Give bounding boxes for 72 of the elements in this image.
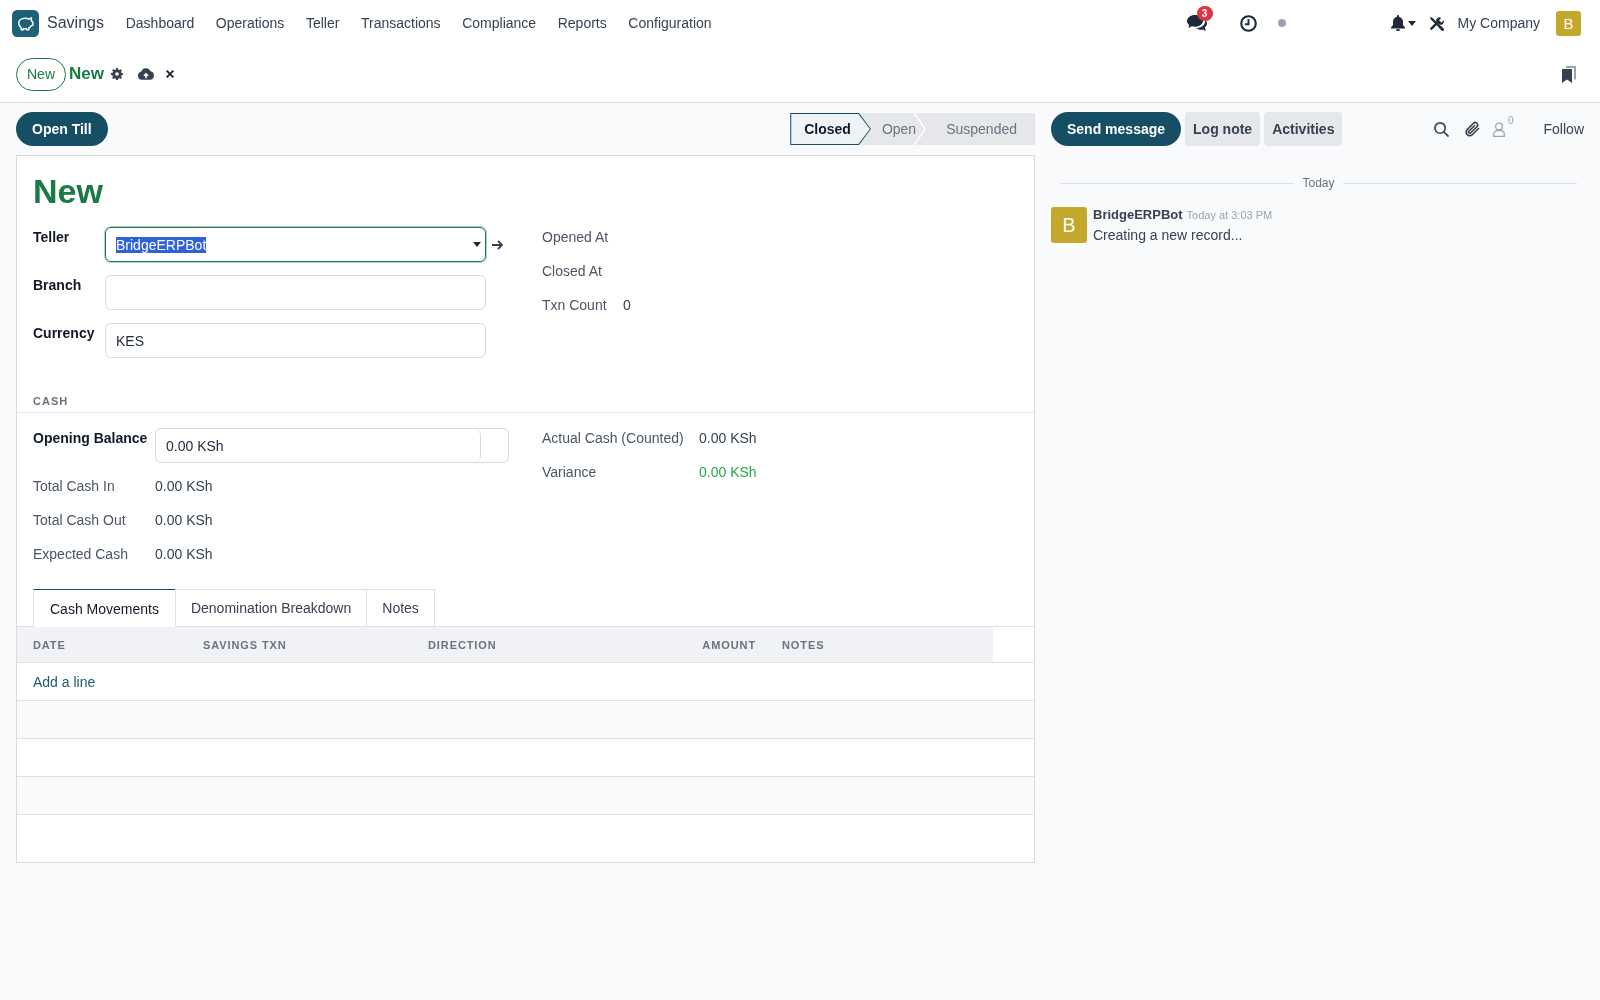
new-button[interactable]: New: [16, 57, 66, 91]
field-label: Opened At: [542, 229, 610, 245]
column-header[interactable]: AMOUNT: [702, 638, 756, 651]
message-author: BridgeERPBot: [1093, 207, 1183, 223]
field-label: Expected Cash: [33, 545, 129, 564]
amount-field[interactable]: 0.00 KSh: [155, 428, 509, 463]
chatter-button[interactable]: Send message: [1051, 112, 1182, 146]
app-name[interactable]: Savings: [47, 14, 104, 32]
record-title: New: [32, 171, 104, 211]
field-label: Teller: [33, 228, 71, 247]
field-label: Total Cash Out: [33, 511, 127, 530]
field-label: Closed At: [542, 263, 603, 279]
caret-icon[interactable]: [1407, 20, 1416, 26]
column-header[interactable]: DATE: [33, 638, 66, 651]
followers-count: 0: [1507, 114, 1514, 126]
menu-item[interactable]: Dashboard: [114, 15, 205, 31]
input-field[interactable]: KES: [105, 323, 486, 358]
arrow-right-icon[interactable]: [492, 240, 504, 250]
field-value: 0.00 KSh: [699, 430, 757, 446]
column-header[interactable]: DIRECTION: [428, 638, 497, 651]
section-heading: CASH: [33, 395, 69, 408]
menu-item[interactable]: Configuration: [617, 15, 723, 31]
tab[interactable]: Cash Movements: [33, 589, 176, 627]
open-till-button[interactable]: Open Till: [16, 112, 108, 146]
column-header[interactable]: NOTES: [782, 638, 825, 651]
status-step[interactable]: Open: [870, 113, 927, 145]
chatter-button[interactable]: Log note: [1185, 112, 1261, 146]
search-icon[interactable]: [1433, 121, 1449, 137]
status-step[interactable]: Closed: [790, 113, 871, 145]
field-label: Txn Count: [542, 297, 608, 313]
follow-link[interactable]: Follow: [1543, 121, 1584, 137]
date-divider: Today: [1302, 176, 1335, 190]
tab[interactable]: Notes: [366, 589, 435, 626]
field-value: 0.00 KSh: [155, 477, 213, 496]
bell-icon[interactable]: [1390, 15, 1405, 31]
menu-item[interactable]: Transactions: [350, 15, 452, 31]
field-value: 0.00 KSh: [155, 545, 213, 564]
tools-icon[interactable]: [1428, 15, 1444, 31]
field-label: Total Cash In: [33, 477, 116, 496]
input-field[interactable]: [105, 275, 486, 310]
message-time: Today at 3:03 PM: [1186, 208, 1273, 223]
clock-icon[interactable]: [1239, 14, 1257, 32]
field-value: 0.00 KSh: [155, 511, 213, 530]
settings-icon[interactable]: [111, 68, 123, 80]
breadcrumb-title: New: [69, 64, 104, 84]
column-header[interactable]: SAVINGS TXN: [203, 638, 287, 651]
notification-badge: 3: [1196, 6, 1213, 21]
field-label: Actual Cash (Counted): [542, 430, 685, 446]
dropdown-caret-icon[interactable]: [473, 242, 481, 247]
chatter-button[interactable]: Activities: [1264, 112, 1343, 146]
message-body: Creating a new record...: [1093, 226, 1244, 245]
field-value: 0.00 KSh: [699, 464, 757, 480]
cloud-upload-icon[interactable]: [138, 68, 154, 80]
input-field[interactable]: BridgeERPBot: [105, 227, 486, 262]
field-label: Currency: [33, 324, 96, 343]
field-value: 0: [623, 297, 631, 313]
field-label: Opening Balance: [33, 429, 149, 448]
add-line-link[interactable]: Add a line: [33, 673, 96, 690]
company-switcher[interactable]: My Company: [1457, 15, 1540, 31]
menu-item[interactable]: Teller: [295, 15, 351, 31]
author-avatar: B: [1051, 207, 1087, 243]
bookmark-icon[interactable]: [1562, 65, 1576, 83]
field-label: Branch: [33, 276, 83, 295]
close-icon[interactable]: [165, 69, 175, 79]
status-dot-icon: [1277, 19, 1286, 27]
menu-item[interactable]: Operations: [205, 15, 296, 31]
status-step[interactable]: Suspended: [926, 113, 1035, 145]
menu-item[interactable]: Compliance: [451, 15, 547, 31]
field-label: Variance: [542, 464, 598, 480]
menu-item[interactable]: Reports: [546, 15, 618, 31]
app-logo-icon[interactable]: [12, 9, 39, 37]
paperclip-icon[interactable]: [1463, 120, 1480, 138]
